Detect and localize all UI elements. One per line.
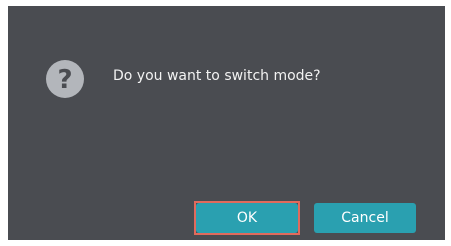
- question-mark-glyph: ?: [57, 64, 73, 95]
- dialog-message: Do you want to switch mode?: [113, 68, 321, 84]
- switch-mode-dialog: ? Do you want to switch mode? OK Cancel: [8, 6, 445, 240]
- cancel-button[interactable]: Cancel: [314, 203, 416, 233]
- ok-button[interactable]: OK: [196, 203, 298, 233]
- question-mark-icon: ?: [46, 60, 84, 98]
